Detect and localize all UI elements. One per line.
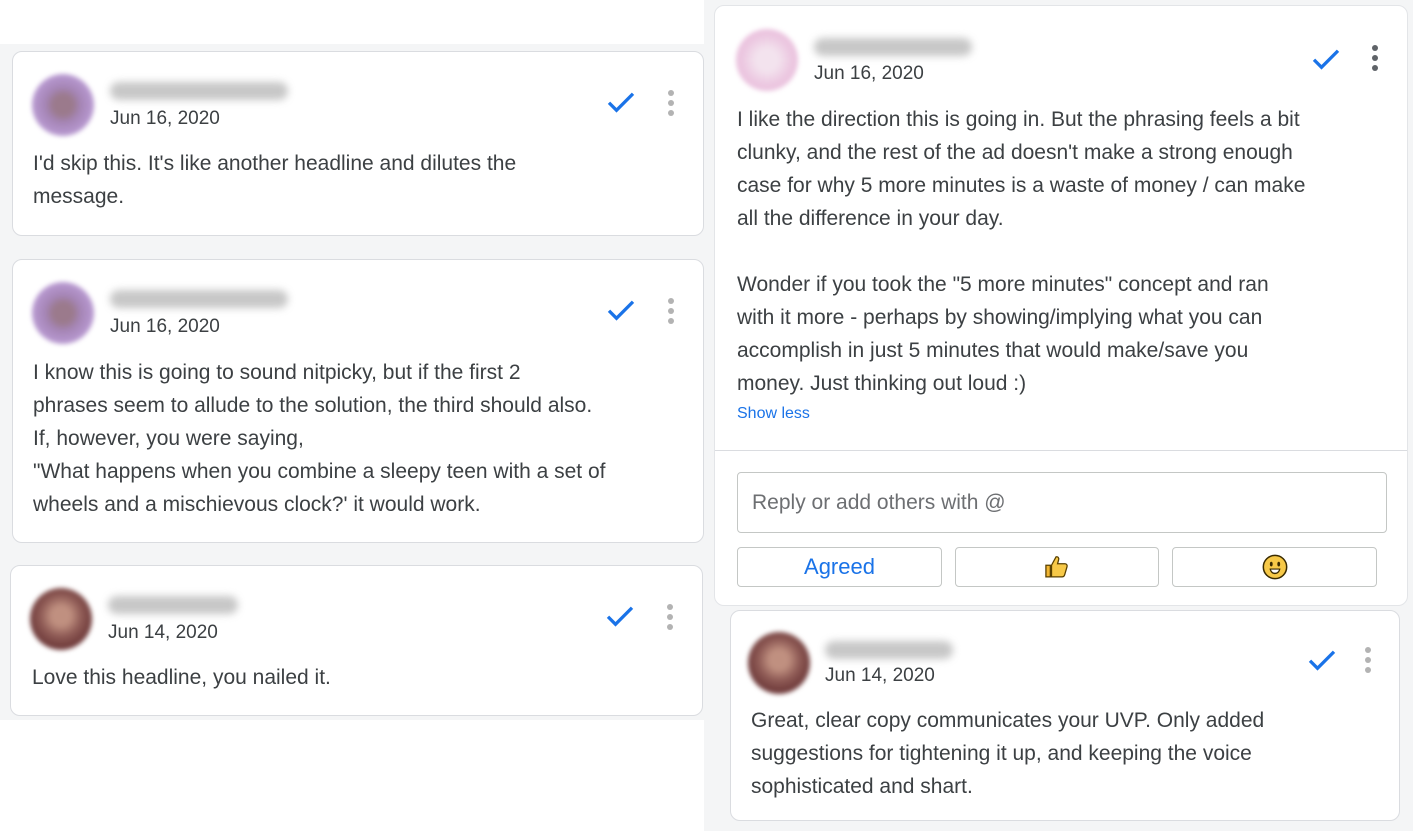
comment-date: Jun 16, 2020 — [110, 108, 220, 129]
show-less-link[interactable]: Show less — [737, 405, 810, 423]
avatar — [32, 282, 94, 344]
more-vert-icon[interactable] — [665, 604, 675, 634]
avatar — [748, 632, 810, 694]
author-name-redacted — [110, 82, 288, 100]
comment-card: Jun 14, 2020 Love this headline, you nai… — [10, 565, 703, 716]
more-vert-icon[interactable] — [666, 298, 676, 328]
comment-body: I'd skip this. It's like another headlin… — [33, 147, 516, 213]
comment-card: Jun 16, 2020 I'd skip this. It's like an… — [12, 51, 704, 236]
thread-divider — [715, 450, 1407, 451]
comment-line: case for why 5 more minutes is a waste o… — [737, 174, 1306, 197]
more-vert-icon[interactable] — [1370, 45, 1380, 75]
comment-line: wheels and a mischievous clock?' it woul… — [33, 493, 481, 516]
smile-emoji-icon — [1262, 554, 1287, 580]
comment-line: phrases seem to allude to the solution, … — [33, 394, 593, 417]
thumbs-up-icon — [1045, 556, 1068, 578]
more-vert-icon[interactable] — [666, 90, 676, 120]
comment-date: Jun 14, 2020 — [108, 622, 218, 643]
smile-button[interactable] — [1172, 547, 1377, 587]
author-name-redacted — [108, 596, 238, 614]
check-icon[interactable] — [602, 598, 638, 634]
comment-line: sophisticated and shart. — [751, 775, 973, 798]
comment-line: I like the direction this is going in. B… — [737, 108, 1300, 131]
comment-line: suggestions for tightening it up, and ke… — [751, 742, 1252, 765]
comment-body: Love this headline, you nailed it. — [32, 661, 331, 694]
more-vert-icon[interactable] — [1363, 647, 1373, 677]
comment-line: "What happens when you combine a sleepy … — [33, 460, 606, 483]
comment-body: I like the direction this is going in. B… — [737, 103, 1305, 400]
comment-line: Love this headline, you nailed it. — [32, 666, 331, 689]
comment-line: with it more - perhaps by showing/implyi… — [737, 306, 1263, 329]
comment-line: If, however, you were saying, — [33, 427, 304, 450]
active-comment-thread: Jun 16, 2020 I like the direction this i… — [714, 5, 1408, 606]
avatar — [30, 588, 92, 650]
reply-input[interactable]: Reply or add others with @ — [737, 472, 1387, 533]
thumbs-up-button[interactable] — [955, 547, 1159, 587]
comment-line: accomplish in just 5 minutes that would … — [737, 339, 1249, 362]
check-icon[interactable] — [1308, 41, 1344, 77]
comment-line: Wonder if you took the "5 more minutes" … — [737, 273, 1269, 296]
comment-line: clunky, and the rest of the ad doesn't m… — [737, 141, 1293, 164]
author-name-redacted — [825, 641, 953, 659]
author-name-redacted — [814, 38, 972, 56]
comment-line: message. — [33, 185, 125, 208]
agreed-button[interactable]: Agreed — [737, 547, 942, 587]
comment-card: Jun 16, 2020 I know this is going to sou… — [12, 259, 704, 543]
comment-date: Jun 14, 2020 — [825, 665, 935, 686]
check-icon[interactable] — [603, 84, 639, 120]
comment-date: Jun 16, 2020 — [110, 316, 220, 337]
check-icon[interactable] — [603, 292, 639, 328]
comment-line: money. Just thinking out loud :) — [737, 372, 1027, 395]
comment-line: I know this is going to sound nitpicky, … — [33, 361, 521, 384]
comment-card: Jun 14, 2020 Great, clear copy communica… — [730, 610, 1400, 821]
comment-line: Great, clear copy communicates your UVP.… — [751, 709, 1265, 732]
agreed-label: Agreed — [804, 554, 875, 579]
avatar — [736, 29, 798, 91]
comment-body: I know this is going to sound nitpicky, … — [33, 356, 605, 521]
check-icon[interactable] — [1304, 642, 1340, 678]
comment-line: all the difference in your day. — [737, 207, 1004, 230]
author-name-redacted — [110, 290, 288, 308]
comment-body: Great, clear copy communicates your UVP.… — [751, 704, 1264, 803]
comment-line: I'd skip this. It's like another headlin… — [33, 152, 517, 175]
comment-spacer — [737, 235, 1305, 268]
comment-date: Jun 16, 2020 — [814, 63, 924, 84]
avatar — [32, 74, 94, 136]
